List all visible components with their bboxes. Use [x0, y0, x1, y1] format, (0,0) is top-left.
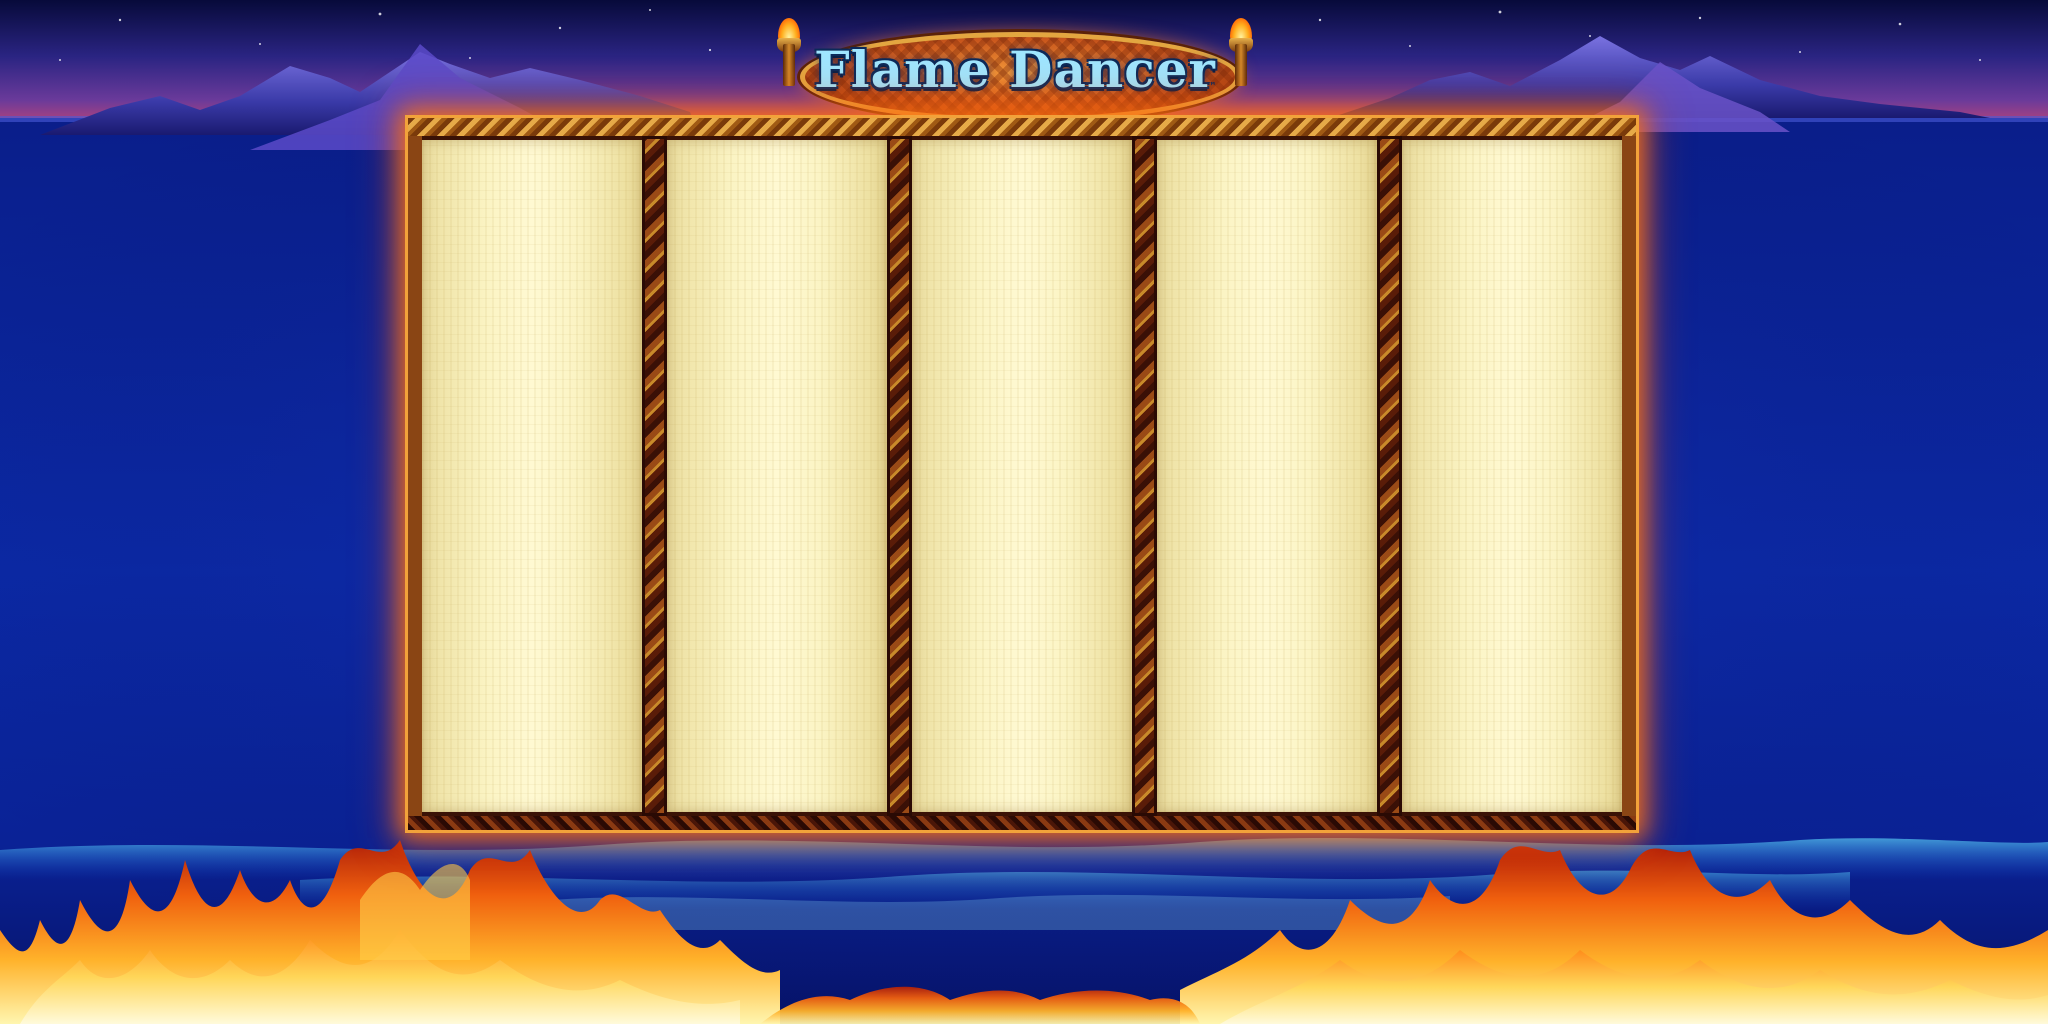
reel-frame — [408, 118, 1636, 830]
reel-1 — [422, 140, 642, 812]
logo-trademark: ™ — [1206, 80, 1217, 93]
logo-title: Flame Dancer — [814, 40, 1216, 99]
reel-divider — [1377, 136, 1402, 816]
reel-divider — [642, 136, 667, 816]
reel-divider — [1132, 136, 1157, 816]
reel-3 — [912, 140, 1132, 812]
torch-icon — [1224, 18, 1258, 86]
reel-4 — [1157, 140, 1377, 812]
game-logo: Flame Dancer ™ — [760, 18, 1270, 122]
reel-5 — [1402, 140, 1622, 812]
game-screen: Flame Dancer ™ — [0, 0, 2048, 1024]
reel-2 — [667, 140, 887, 812]
reel-divider — [887, 136, 912, 816]
reel-area — [422, 136, 1622, 816]
